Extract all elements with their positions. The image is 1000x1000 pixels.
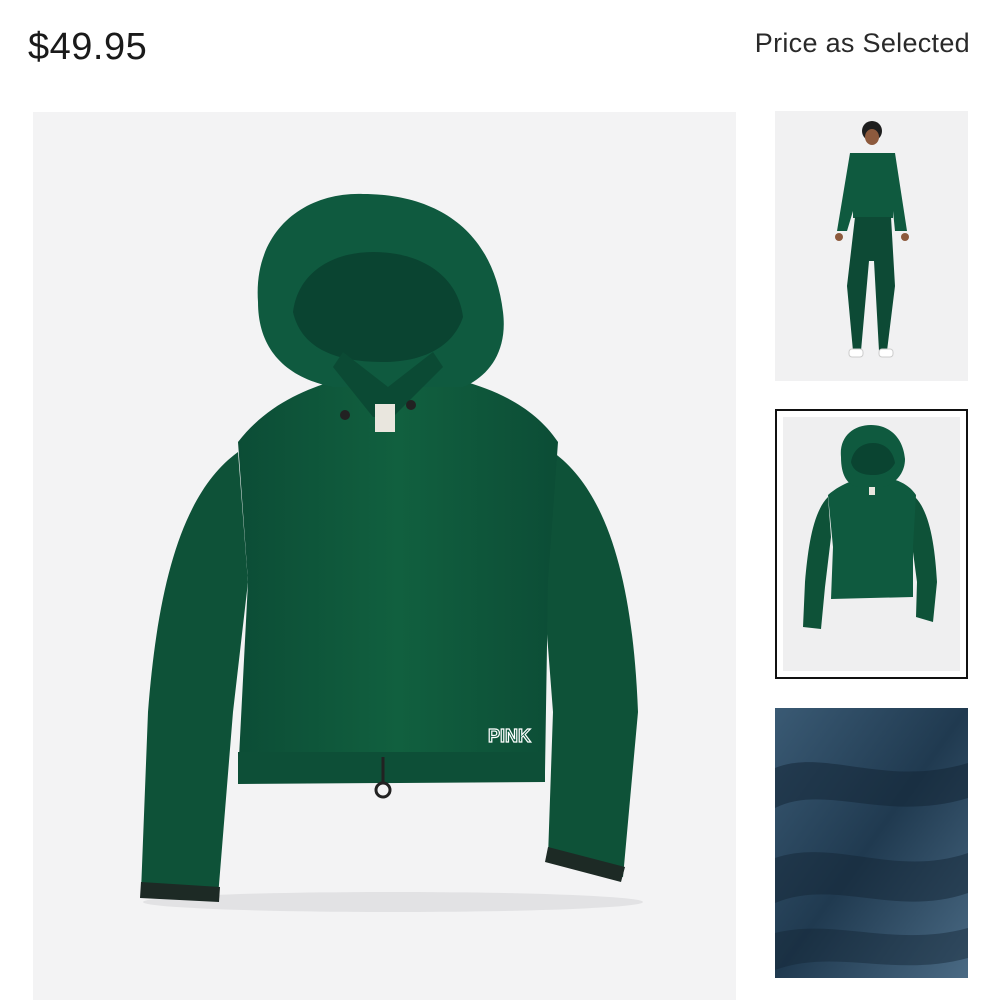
hoodie-logo: PINK [488, 726, 531, 746]
thumbnail-fabric-texture[interactable] [775, 708, 968, 978]
model-image [775, 111, 968, 381]
main-product-image[interactable]: PINK [33, 112, 736, 1000]
fabric-texture-image [775, 708, 968, 978]
thumbnail-model[interactable] [775, 111, 968, 381]
flatlay-image [783, 417, 960, 671]
thumbnail-flatlay-selected[interactable] [775, 409, 968, 679]
product-price: $49.95 [28, 26, 148, 68]
hoodie-illustration: PINK [140, 193, 643, 912]
price-note: Price as Selected [754, 28, 970, 58]
